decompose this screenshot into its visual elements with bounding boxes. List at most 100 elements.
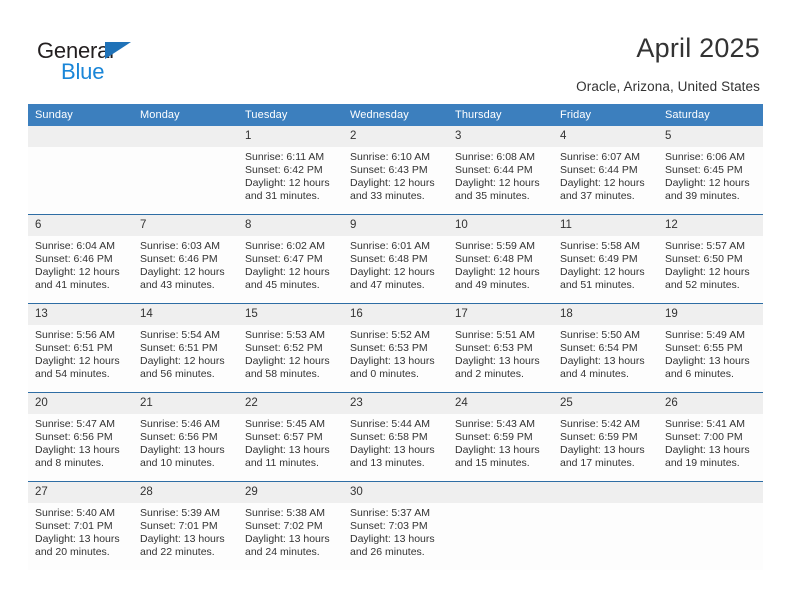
day-sun-details: Sunrise: 6:11 AM Sunset: 6:42 PM Daylight:…: [238, 147, 343, 203]
day-number: 21: [133, 393, 238, 414]
day-sun-details: Sunrise: 6:02 AM Sunset: 6:47 PM Daylight:…: [238, 236, 343, 292]
calendar-day-cell[interactable]: 6 Sunrise: 6:04 AM Sunset: 6:46 PM Daylight…: [28, 214, 133, 304]
day-sun-details: Sunrise: 6:03 AM Sunset: 6:46 PM Daylight:…: [133, 236, 238, 292]
sunset-time: Sunset: 6:46 PM: [140, 253, 218, 266]
day-sun-details: Sunrise: 5:39 AM Sunset: 7:01 PM Daylight:…: [133, 503, 238, 559]
calendar-day-cell[interactable]: 5 Sunrise: 6:06 AM Sunset: 6:45 PM Daylight…: [658, 126, 763, 215]
day-number: 11: [553, 215, 658, 236]
sunset-time: Sunset: 6:58 PM: [350, 431, 428, 444]
calendar-day-cell[interactable]: 8 Sunrise: 6:02 AM Sunset: 6:47 PM Daylight…: [238, 214, 343, 304]
calendar-day-cell[interactable]: 21 Sunrise: 5:46 AM Sunset: 6:56 PM Dayligh…: [133, 392, 238, 482]
daylight-duration-line-1: Daylight: 13 hours: [245, 444, 330, 457]
calendar-day-cell[interactable]: 24 Sunrise: 5:43 AM Sunset: 6:59 PM Dayligh…: [448, 392, 553, 482]
calendar-day-cell[interactable]: 14 Sunrise: 5:54 AM Sunset: 6:51 PM Dayligh…: [133, 303, 238, 393]
sunset-time: Sunset: 6:49 PM: [560, 253, 638, 266]
daylight-duration-line-2: and 26 minutes.: [350, 546, 425, 559]
daylight-duration-line-2: and 15 minutes.: [455, 457, 530, 470]
weekday-header-tuesday: Tuesday: [238, 104, 343, 126]
sunrise-time: Sunrise: 5:50 AM: [560, 329, 640, 341]
calendar-day-cell[interactable]: 26 Sunrise: 5:41 AM Sunset: 7:00 PM Dayligh…: [658, 392, 763, 482]
calendar-day-cell[interactable]: 27 Sunrise: 5:40 AM Sunset: 7:01 PM Dayligh…: [28, 481, 133, 570]
daylight-duration-line-1: Daylight: 13 hours: [665, 444, 750, 457]
day-number: 27: [28, 482, 133, 503]
day-sun-details: Sunrise: 5:37 AM Sunset: 7:03 PM Daylight:…: [343, 503, 448, 559]
day-sun-details: Sunrise: 5:40 AM Sunset: 7:01 PM Daylight:…: [28, 503, 133, 559]
day-sun-details: Sunrise: 6:10 AM Sunset: 6:43 PM Daylight:…: [343, 147, 448, 203]
calendar-day-cell[interactable]: 30 Sunrise: 5:37 AM Sunset: 7:03 PM Dayligh…: [343, 481, 448, 570]
calendar-day-cell[interactable]: 16 Sunrise: 5:52 AM Sunset: 6:53 PM Dayligh…: [343, 303, 448, 393]
daylight-duration-line-1: Daylight: 13 hours: [140, 444, 225, 457]
calendar-cell-empty: [28, 126, 133, 215]
sunset-time: Sunset: 6:57 PM: [245, 431, 323, 444]
day-sun-details: Sunrise: 6:01 AM Sunset: 6:48 PM Daylight:…: [343, 236, 448, 292]
daylight-duration-line-1: Daylight: 12 hours: [455, 266, 540, 279]
day-sun-details: Sunrise: 5:43 AM Sunset: 6:59 PM Daylight:…: [448, 414, 553, 470]
day-number: 13: [28, 304, 133, 325]
daylight-duration-line-1: Daylight: 12 hours: [35, 266, 120, 279]
calendar-day-cell[interactable]: 11 Sunrise: 5:58 AM Sunset: 6:49 PM Dayligh…: [553, 214, 658, 304]
calendar-day-cell[interactable]: 10 Sunrise: 5:59 AM Sunset: 6:48 PM Dayligh…: [448, 214, 553, 304]
daylight-duration-line-1: Daylight: 12 hours: [245, 177, 330, 190]
day-number: 4: [553, 126, 658, 147]
calendar-day-cell[interactable]: 22 Sunrise: 5:45 AM Sunset: 6:57 PM Dayligh…: [238, 392, 343, 482]
calendar-day-cell[interactable]: 7 Sunrise: 6:03 AM Sunset: 6:46 PM Daylight…: [133, 214, 238, 304]
sunset-time: Sunset: 6:48 PM: [455, 253, 533, 266]
calendar-day-cell[interactable]: 2 Sunrise: 6:10 AM Sunset: 6:43 PM Daylight…: [343, 126, 448, 215]
daylight-duration-line-2: and 35 minutes.: [455, 190, 530, 203]
page-header: General Blue April 2025 Oracle, Arizona,…: [0, 0, 792, 100]
sunset-time: Sunset: 7:00 PM: [665, 431, 743, 444]
sunset-time: Sunset: 6:59 PM: [455, 431, 533, 444]
calendar-day-cell[interactable]: 23 Sunrise: 5:44 AM Sunset: 6:58 PM Dayligh…: [343, 392, 448, 482]
calendar-day-cell[interactable]: 1 Sunrise: 6:11 AM Sunset: 6:42 PM Daylight…: [238, 126, 343, 215]
sunrise-time: Sunrise: 5:47 AM: [35, 418, 115, 430]
daylight-duration-line-1: Daylight: 12 hours: [665, 266, 750, 279]
calendar-day-cell[interactable]: 20 Sunrise: 5:47 AM Sunset: 6:56 PM Dayligh…: [28, 392, 133, 482]
calendar-day-cell[interactable]: 29 Sunrise: 5:38 AM Sunset: 7:02 PM Dayligh…: [238, 481, 343, 570]
daylight-duration-line-2: and 10 minutes.: [140, 457, 215, 470]
day-number: 3: [448, 126, 553, 147]
sunrise-time: Sunrise: 5:52 AM: [350, 329, 430, 341]
day-number: 17: [448, 304, 553, 325]
calendar-cell-empty: [448, 481, 553, 570]
daylight-duration-line-2: and 56 minutes.: [140, 368, 215, 381]
calendar-week-row: 20 Sunrise: 5:47 AM Sunset: 6:56 PM Dayligh…: [28, 392, 763, 482]
calendar-week-row: 13 Sunrise: 5:56 AM Sunset: 6:51 PM Dayligh…: [28, 303, 763, 393]
sunrise-time: Sunrise: 5:56 AM: [35, 329, 115, 341]
calendar-day-cell[interactable]: 13 Sunrise: 5:56 AM Sunset: 6:51 PM Dayligh…: [28, 303, 133, 393]
day-number: 9: [343, 215, 448, 236]
day-number: 20: [28, 393, 133, 414]
calendar-day-cell[interactable]: 19 Sunrise: 5:49 AM Sunset: 6:55 PM Dayligh…: [658, 303, 763, 393]
weekday-header-friday: Friday: [553, 104, 658, 126]
calendar-day-cell[interactable]: 12 Sunrise: 5:57 AM Sunset: 6:50 PM Dayligh…: [658, 214, 763, 304]
daylight-duration-line-1: Daylight: 13 hours: [665, 355, 750, 368]
calendar-day-cell[interactable]: 28 Sunrise: 5:39 AM Sunset: 7:01 PM Dayligh…: [133, 481, 238, 570]
day-number: 14: [133, 304, 238, 325]
day-sun-details: Sunrise: 6:07 AM Sunset: 6:44 PM Daylight:…: [553, 147, 658, 203]
sunset-time: Sunset: 7:03 PM: [350, 520, 428, 533]
daylight-duration-line-1: Daylight: 12 hours: [455, 177, 540, 190]
logo-triangle-icon: [105, 42, 131, 59]
calendar-day-cell[interactable]: 3 Sunrise: 6:08 AM Sunset: 6:44 PM Daylight…: [448, 126, 553, 215]
day-number: 23: [343, 393, 448, 414]
day-number: 12: [658, 215, 763, 236]
calendar-day-cell[interactable]: 15 Sunrise: 5:53 AM Sunset: 6:52 PM Dayligh…: [238, 303, 343, 393]
day-sun-details: Sunrise: 5:45 AM Sunset: 6:57 PM Daylight:…: [238, 414, 343, 470]
daylight-duration-line-1: Daylight: 13 hours: [350, 533, 435, 546]
calendar-day-cell[interactable]: 4 Sunrise: 6:07 AM Sunset: 6:44 PM Daylight…: [553, 126, 658, 215]
daylight-duration-line-2: and 24 minutes.: [245, 546, 320, 559]
calendar-day-cell[interactable]: 17 Sunrise: 5:51 AM Sunset: 6:53 PM Dayligh…: [448, 303, 553, 393]
sunrise-time: Sunrise: 5:37 AM: [350, 507, 430, 519]
day-sun-details: Sunrise: 5:59 AM Sunset: 6:48 PM Daylight:…: [448, 236, 553, 292]
sunrise-time: Sunrise: 6:07 AM: [560, 151, 640, 163]
calendar-day-cell[interactable]: 25 Sunrise: 5:42 AM Sunset: 6:59 PM Dayligh…: [553, 392, 658, 482]
day-number: 22: [238, 393, 343, 414]
calendar-day-cell[interactable]: 18 Sunrise: 5:50 AM Sunset: 6:54 PM Dayligh…: [553, 303, 658, 393]
sunrise-time: Sunrise: 5:54 AM: [140, 329, 220, 341]
calendar-day-cell[interactable]: 9 Sunrise: 6:01 AM Sunset: 6:48 PM Daylight…: [343, 214, 448, 304]
calendar-week-row: 27 Sunrise: 5:40 AM Sunset: 7:01 PM Dayligh…: [28, 481, 763, 570]
daylight-duration-line-1: Daylight: 13 hours: [140, 533, 225, 546]
sunset-time: Sunset: 7:01 PM: [35, 520, 113, 533]
day-number: 24: [448, 393, 553, 414]
daylight-duration-line-1: Daylight: 13 hours: [560, 355, 645, 368]
day-sun-details: Sunrise: 6:06 AM Sunset: 6:45 PM Daylight:…: [658, 147, 763, 203]
